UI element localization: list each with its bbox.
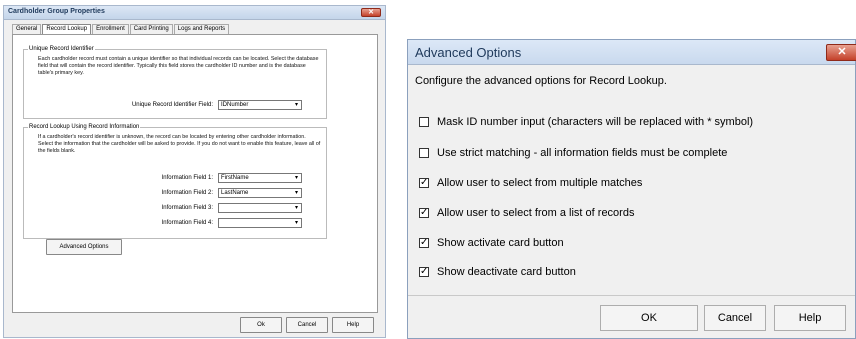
option-label: Allow user to select from multiple match…	[437, 177, 643, 189]
dialog-title: Cardholder Group Properties	[8, 8, 105, 15]
dropdown-arrow-icon: ▾	[294, 102, 298, 108]
option-label: Show activate card button	[437, 237, 564, 249]
information-field-1-select[interactable]: FirstName ▾	[218, 173, 302, 183]
record-lookup-panel: Unique Record Identifier Each cardholder…	[12, 34, 378, 313]
cardholder-group-properties-dialog: Cardholder Group Properties ✕ General Re…	[3, 5, 386, 338]
dropdown-arrow-icon: ▾	[294, 175, 298, 181]
help-button[interactable]: Help	[332, 317, 374, 333]
divider	[408, 295, 855, 296]
checkbox[interactable]	[419, 117, 429, 127]
unique-field-select[interactable]: IDNumber ▾	[218, 100, 302, 110]
group-legend: Unique Record Identifier	[28, 46, 95, 52]
tab-general[interactable]: General	[12, 24, 42, 34]
option-label: Mask ID number input (characters will be…	[437, 116, 754, 128]
title-bar: Cardholder Group Properties ✕	[4, 6, 385, 20]
option-label: Allow user to select from a list of reco…	[437, 207, 635, 219]
close-icon: ✕	[368, 9, 374, 16]
close-button[interactable]: ✕	[826, 44, 856, 61]
group-description: Each cardholder record must contain a un…	[38, 56, 319, 76]
close-icon: ✕	[837, 46, 847, 58]
checkbox[interactable]: ✓	[419, 267, 429, 277]
group-description: If a cardholder's record identifier is u…	[38, 134, 321, 154]
checkbox[interactable]: ✓	[419, 208, 429, 218]
dialog-title: Advanced Options	[415, 45, 522, 60]
advanced-options-dialog: Advanced Options ✕ Configure the advance…	[407, 39, 856, 339]
select-value: IDNumber	[221, 102, 249, 108]
checkbox[interactable]: ✓	[419, 238, 429, 248]
information-field-1-label: Information Field 1:	[161, 175, 213, 181]
help-button[interactable]: Help	[774, 305, 846, 331]
tab-logs-and-reports[interactable]: Logs and Reports	[173, 24, 230, 34]
close-button[interactable]: ✕	[361, 8, 381, 17]
option-label: Show deactivate card button	[437, 266, 576, 278]
intro-text: Configure the advanced options for Recor…	[415, 75, 667, 87]
information-field-2-label: Information Field 2:	[161, 190, 213, 196]
information-field-2-select[interactable]: LastName ▾	[218, 188, 302, 198]
select-value: FirstName	[221, 175, 249, 181]
checkbox[interactable]: ✓	[419, 178, 429, 188]
information-field-3-select[interactable]: ▾	[218, 203, 302, 213]
dropdown-arrow-icon: ▾	[294, 220, 298, 226]
advanced-options-button[interactable]: Advanced Options	[46, 239, 122, 255]
tab-enrollment[interactable]: Enrollment	[92, 24, 129, 34]
unique-field-label: Unique Record Identifier Field:	[131, 102, 213, 108]
dropdown-arrow-icon: ▾	[294, 190, 298, 196]
record-lookup-group: Record Lookup Using Record Information I…	[23, 124, 327, 239]
select-value: LastName	[221, 190, 249, 196]
information-field-3-label: Information Field 3:	[161, 205, 213, 211]
unique-identifier-group: Unique Record Identifier Each cardholder…	[23, 46, 327, 119]
title-bar: Advanced Options ✕	[408, 40, 856, 65]
checkbox[interactable]	[419, 148, 429, 158]
cancel-button[interactable]: Cancel	[286, 317, 328, 333]
tab-card-printing[interactable]: Card Printing	[129, 24, 173, 34]
group-legend: Record Lookup Using Record Information	[28, 124, 141, 130]
ok-button[interactable]: OK	[600, 305, 698, 331]
option-label: Use strict matching - all information fi…	[437, 147, 728, 159]
information-field-4-select[interactable]: ▾	[218, 218, 302, 228]
cancel-button[interactable]: Cancel	[704, 305, 766, 331]
information-field-4-label: Information Field 4:	[161, 220, 213, 226]
ok-button[interactable]: Ok	[240, 317, 282, 333]
dropdown-arrow-icon: ▾	[294, 205, 298, 211]
